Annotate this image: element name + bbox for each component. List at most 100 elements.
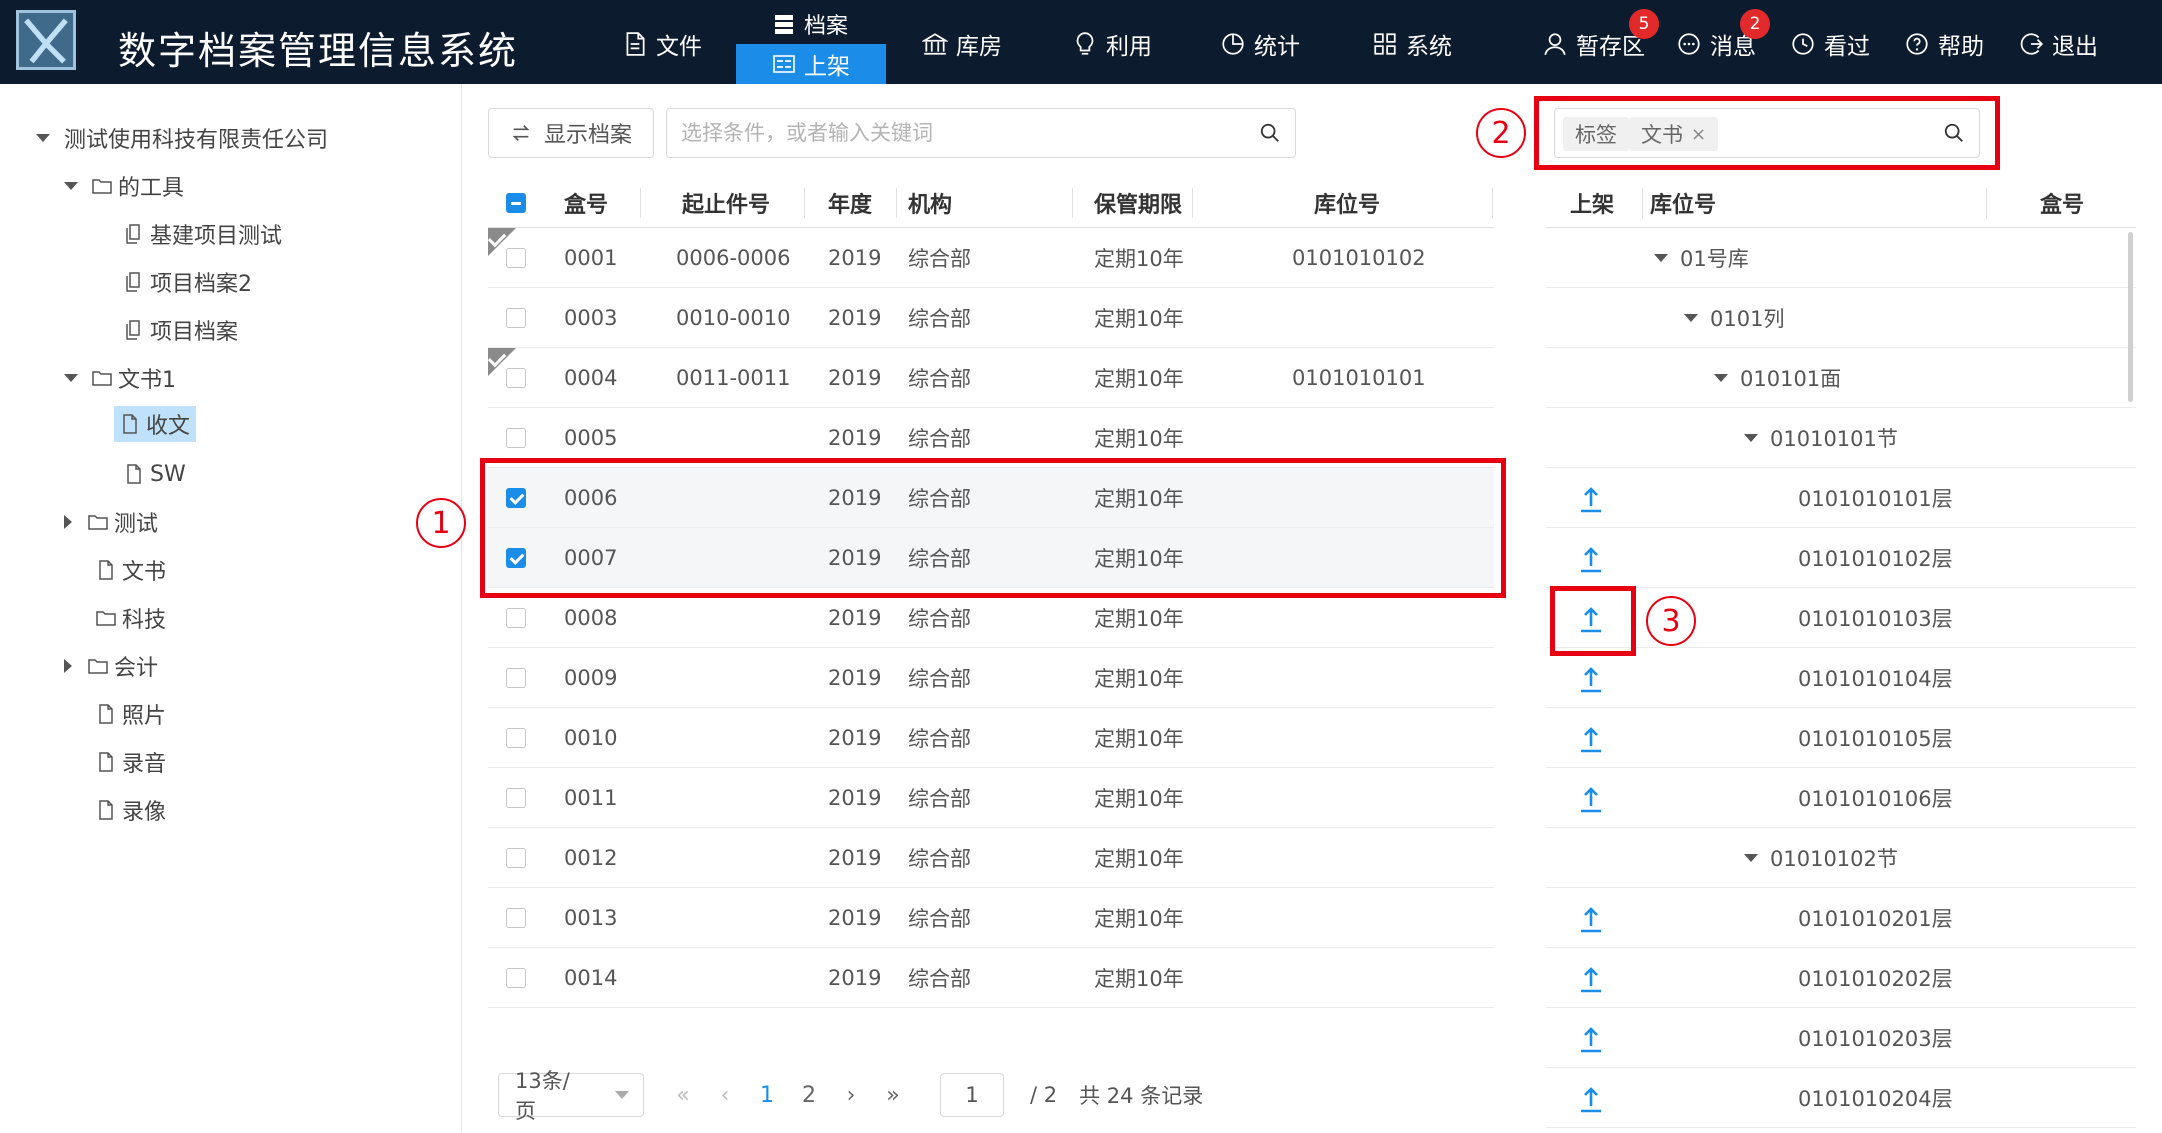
shelve-up-icon[interactable]	[1578, 664, 1604, 694]
col-year[interactable]: 年度	[828, 178, 872, 228]
tree-node-tools[interactable]: 的工具	[64, 166, 184, 206]
tree-node-accounting[interactable]: 会计	[64, 646, 158, 686]
nav-messages[interactable]: 消息 2	[1676, 9, 1770, 64]
archive-search-input[interactable]	[667, 109, 1227, 157]
caret-right-icon[interactable]	[64, 515, 72, 529]
col-term[interactable]: 保管期限	[1094, 178, 1182, 228]
page-1-button[interactable]: 1	[746, 1083, 788, 1108]
nav-archive[interactable]: 档案	[772, 8, 848, 40]
next-page-button[interactable]: ›	[830, 1083, 872, 1108]
page-jump-input[interactable]: 1	[940, 1073, 1004, 1117]
tree-node-received[interactable]: 收文	[114, 404, 197, 444]
shelve-up-icon[interactable]	[1578, 1084, 1604, 1114]
caret-down-icon[interactable]	[1714, 374, 1728, 382]
tree-node-test[interactable]: 测试	[64, 502, 158, 542]
col-box[interactable]: 盒号	[564, 178, 608, 228]
first-page-button[interactable]: «	[662, 1083, 704, 1108]
location-leaf-row[interactable]: 0101010204层	[1546, 1068, 2136, 1128]
row-checkbox[interactable]	[506, 968, 526, 988]
tree-node-audio[interactable]: 录音	[96, 742, 166, 782]
tree-node-root[interactable]: 测试使用科技有限责任公司	[36, 118, 328, 158]
row-checkbox[interactable]	[506, 608, 526, 628]
caret-down-icon[interactable]	[64, 374, 78, 382]
location-leaf-row[interactable]: 0101010202层	[1546, 948, 2136, 1008]
row-checkbox[interactable]	[506, 728, 526, 748]
tree-node-project[interactable]: 项目档案	[124, 310, 238, 350]
location-group-row[interactable]: 01010101节	[1546, 408, 2136, 468]
table-row[interactable]: 0001 0006-0006 2019 综合部 定期10年 0101010102	[488, 228, 1494, 288]
location-leaf-row[interactable]: 0101010104层	[1546, 648, 2136, 708]
location-group-row[interactable]: 0101列	[1546, 288, 2136, 348]
shelve-up-icon[interactable]	[1578, 904, 1604, 934]
nav-staging[interactable]: 暂存区 5	[1542, 9, 1659, 64]
show-archive-button[interactable]: 显示档案	[488, 108, 654, 158]
col-loc[interactable]: 库位号	[1314, 178, 1380, 228]
table-row[interactable]: 0014 2019 综合部 定期10年	[488, 948, 1494, 1008]
col-shelve[interactable]: 上架	[1570, 178, 1614, 228]
location-leaf-row[interactable]: 0101010102层	[1546, 528, 2136, 588]
tree-node-photos[interactable]: 照片	[96, 694, 166, 734]
page-2-button[interactable]: 2	[788, 1083, 830, 1108]
row-checkbox[interactable]	[506, 248, 526, 268]
location-group-row[interactable]: 01010102节	[1546, 828, 2136, 888]
tree-node-tech[interactable]: 科技	[96, 598, 166, 638]
row-checkbox[interactable]	[506, 368, 526, 388]
row-checkbox[interactable]	[506, 308, 526, 328]
row-checkbox[interactable]	[506, 848, 526, 868]
prev-page-button[interactable]: ‹	[704, 1083, 746, 1108]
caret-right-icon[interactable]	[64, 659, 72, 673]
nav-file[interactable]: 文件	[622, 24, 702, 64]
caret-down-icon[interactable]	[1744, 854, 1758, 862]
shelve-up-icon[interactable]	[1578, 484, 1604, 514]
shelve-up-icon[interactable]	[1578, 964, 1604, 994]
tree-node-docs1[interactable]: 文书1	[64, 358, 176, 398]
location-leaf-row[interactable]: 0101010101层	[1546, 468, 2136, 528]
table-row[interactable]: 0012 2019 综合部 定期10年	[488, 828, 1494, 888]
search-icon[interactable]	[1259, 122, 1281, 144]
table-row[interactable]: 0003 0010-0010 2019 综合部 定期10年	[488, 288, 1494, 348]
nav-help[interactable]: 帮助	[1904, 24, 1984, 64]
shelve-up-icon[interactable]	[1578, 544, 1604, 574]
tree-node-infra[interactable]: 基建项目测试	[124, 214, 282, 254]
location-group-row[interactable]: 01号库	[1546, 228, 2136, 288]
nav-logout[interactable]: 退出	[2018, 24, 2098, 64]
location-leaf-row[interactable]: 0101010106层	[1546, 768, 2136, 828]
col-org[interactable]: 机构	[908, 178, 952, 228]
tree-node-docs[interactable]: 文书	[96, 550, 166, 590]
shelve-up-icon[interactable]	[1578, 784, 1604, 814]
caret-down-icon[interactable]	[64, 182, 78, 190]
row-checkbox[interactable]	[506, 788, 526, 808]
shelve-up-icon[interactable]	[1578, 724, 1604, 754]
row-checkbox[interactable]	[506, 428, 526, 448]
nav-shelve-tab[interactable]: 上架	[736, 44, 886, 84]
caret-down-icon[interactable]	[1654, 254, 1668, 262]
table-row[interactable]: 0011 2019 综合部 定期10年	[488, 768, 1494, 828]
location-leaf-row[interactable]: 0101010105层	[1546, 708, 2136, 768]
col-box-number[interactable]: 盒号	[2040, 178, 2084, 228]
location-leaf-row[interactable]: 0101010201层	[1546, 888, 2136, 948]
nav-stats[interactable]: 统计	[1220, 24, 1300, 64]
scrollbar-thumb[interactable]	[2128, 232, 2133, 402]
caret-down-icon[interactable]	[1744, 434, 1758, 442]
row-checkbox[interactable]	[506, 668, 526, 688]
nav-system[interactable]: 系统	[1372, 24, 1452, 64]
tree-node-project2[interactable]: 项目档案2	[124, 262, 252, 302]
page-size-select[interactable]: 13条/页	[498, 1069, 644, 1123]
nav-viewed[interactable]: 看过	[1790, 24, 1870, 64]
table-row[interactable]: 0009 2019 综合部 定期10年	[488, 648, 1494, 708]
col-location[interactable]: 库位号	[1650, 178, 1716, 228]
nav-warehouse[interactable]: 库房	[922, 24, 1002, 64]
shelve-up-icon[interactable]	[1578, 1024, 1604, 1054]
tree-node-sw[interactable]: SW	[124, 454, 186, 494]
location-group-row[interactable]: 010101面	[1546, 348, 2136, 408]
caret-down-icon[interactable]	[1684, 314, 1698, 322]
select-all-checkbox[interactable]	[506, 193, 526, 213]
col-range[interactable]: 起止件号	[682, 178, 770, 228]
table-row[interactable]: 0010 2019 综合部 定期10年	[488, 708, 1494, 768]
table-row[interactable]: 0013 2019 综合部 定期10年	[488, 888, 1494, 948]
tree-node-video[interactable]: 录像	[96, 790, 166, 830]
last-page-button[interactable]: »	[872, 1083, 914, 1108]
table-row[interactable]: 0004 0011-0011 2019 综合部 定期10年 0101010101	[488, 348, 1494, 408]
nav-use[interactable]: 利用	[1072, 24, 1152, 64]
location-leaf-row[interactable]: 0101010203层	[1546, 1008, 2136, 1068]
